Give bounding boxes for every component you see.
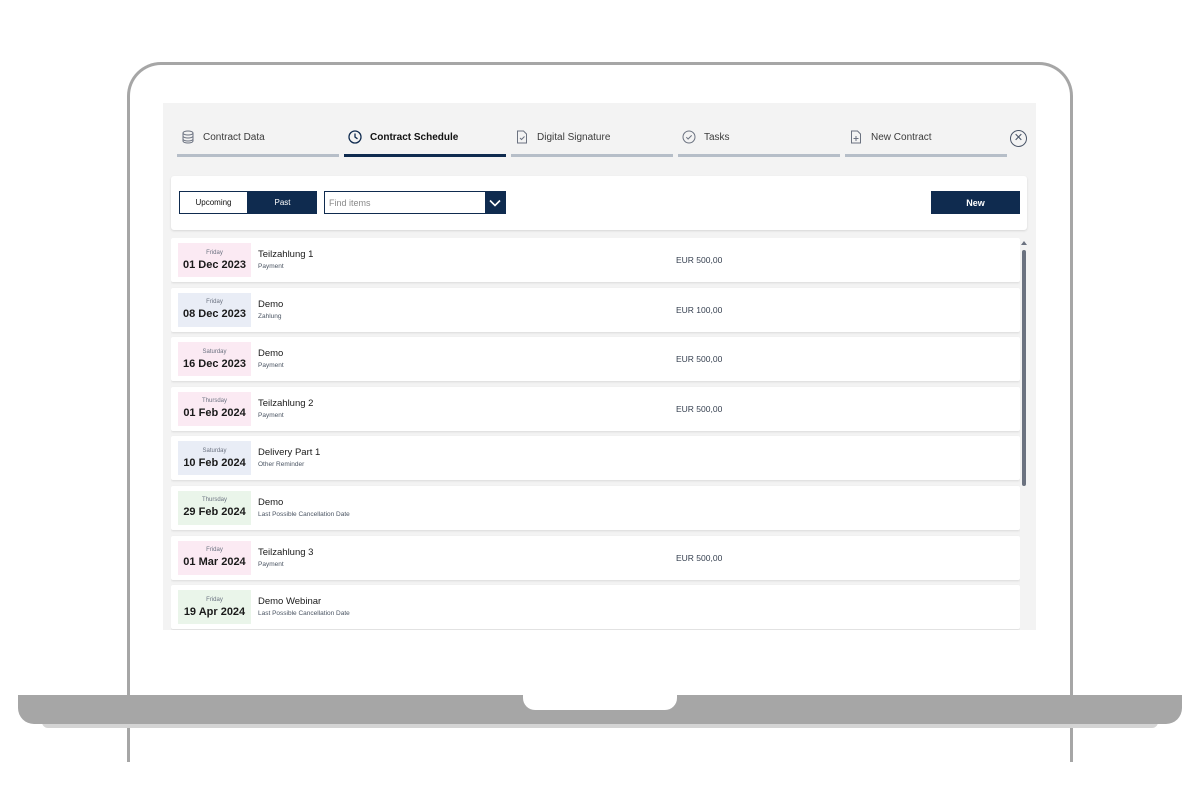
item-title: Teilzahlung 1 [258, 249, 314, 260]
tab-label: Contract Data [203, 132, 265, 143]
laptop-notch [523, 695, 677, 710]
date-badge: Friday 19 Apr 2024 [178, 590, 251, 625]
close-button[interactable]: ✕ [1010, 130, 1027, 147]
list-item[interactable]: Friday 08 Dec 2023 Demo Zahlung EUR 100,… [171, 287, 1020, 332]
item-type: Payment [258, 411, 284, 419]
search-dropdown-button[interactable] [485, 192, 505, 213]
tab-digital-signature[interactable]: Digital Signature [511, 127, 673, 157]
date: 01 Mar 2024 [183, 556, 246, 569]
item-amount: EUR 500,00 [676, 403, 723, 414]
date: 19 Apr 2024 [183, 605, 246, 618]
weekday: Friday [206, 596, 223, 603]
tab-contract-schedule[interactable]: Contract Schedule [344, 127, 506, 157]
date: 01 Feb 2024 [183, 407, 246, 420]
tab-label: Contract Schedule [370, 132, 459, 143]
item-title: Demo [258, 496, 284, 508]
item-amount: EUR 500,00 [676, 552, 723, 563]
date-badge: Friday 08 Dec 2023 [178, 292, 251, 327]
tab-label: Tasks [704, 132, 730, 143]
weekday: Friday [206, 547, 223, 554]
item-type: Last Possible Cancellation Date [258, 610, 350, 618]
date: 08 Dec 2023 [183, 308, 246, 321]
check-circle-icon [682, 130, 696, 144]
list-item[interactable]: Saturday 10 Feb 2024 Delivery Part 1 Oth… [171, 436, 1020, 481]
date-badge: Friday 01 Dec 2023 [178, 243, 251, 277]
item-title: Demo [258, 298, 284, 310]
list-item[interactable]: Thursday 29 Feb 2024 Demo Last Possible … [171, 485, 1020, 530]
weekday: Friday [206, 299, 223, 306]
search-input[interactable] [325, 192, 493, 213]
upcoming-toggle[interactable]: Upcoming [179, 191, 248, 214]
tab-label: Digital Signature [537, 132, 611, 143]
scroll-up-arrow-icon[interactable] [1021, 241, 1027, 245]
date: 01 Dec 2023 [183, 258, 246, 271]
tab-contract-data[interactable]: Contract Data [177, 127, 339, 157]
item-title: Demo [258, 348, 284, 360]
date: 10 Feb 2024 [183, 456, 246, 469]
item-type: Last Possible Cancellation Date [258, 510, 350, 518]
tab-label: New Contract [871, 132, 932, 143]
weekday: Saturday [202, 447, 227, 454]
weekday: Thursday [201, 398, 227, 405]
new-button[interactable]: New [931, 191, 1020, 214]
list-scrollbar[interactable] [1020, 238, 1028, 630]
item-title: Teilzahlung 3 [258, 546, 314, 558]
clock-icon [348, 130, 362, 144]
item-amount: EUR 500,00 [676, 354, 723, 365]
tab-new-contract[interactable]: New Contract [845, 127, 1007, 157]
app-screen: Contract Data Contract Schedule Digital … [163, 103, 1036, 630]
scroll-thumb[interactable] [1022, 250, 1026, 486]
item-title: Demo Webinar [258, 596, 322, 608]
date-badge: Friday 01 Mar 2024 [178, 540, 251, 575]
search-box [324, 191, 506, 214]
list-item[interactable]: Friday 01 Dec 2023 Teilzahlung 1 Payment… [171, 238, 1020, 282]
item-amount: EUR 100,00 [676, 304, 723, 315]
item-type: Other Reminder [258, 461, 305, 469]
item-type: Payment [258, 560, 284, 568]
tab-bar: Contract Data Contract Schedule Digital … [177, 103, 1007, 158]
weekday: Friday [206, 249, 223, 256]
item-type: Payment [258, 263, 284, 270]
item-amount: EUR 500,00 [676, 255, 723, 265]
toolbar: Upcoming Past New [171, 176, 1027, 230]
weekday: Saturday [202, 348, 227, 355]
past-toggle[interactable]: Past [248, 191, 317, 214]
document-plus-icon [849, 130, 863, 144]
schedule-list: Friday 01 Dec 2023 Teilzahlung 1 Payment… [171, 238, 1020, 630]
tab-tasks[interactable]: Tasks [678, 127, 840, 157]
item-title: Teilzahlung 2 [258, 397, 314, 409]
chevron-down-icon [489, 194, 501, 212]
date-badge: Saturday 10 Feb 2024 [178, 441, 251, 476]
date: 29 Feb 2024 [183, 506, 246, 519]
date-badge: Thursday 01 Feb 2024 [178, 391, 251, 426]
date-badge: Thursday 29 Feb 2024 [178, 490, 251, 525]
list-item[interactable]: Saturday 16 Dec 2023 Demo Payment EUR 50… [171, 337, 1020, 382]
item-type: Zahlung [258, 312, 282, 320]
list-item[interactable]: Friday 19 Apr 2024 Demo Webinar Last Pos… [171, 585, 1020, 630]
weekday: Thursday [201, 497, 227, 504]
date: 16 Dec 2023 [183, 357, 246, 370]
list-item[interactable]: Friday 01 Mar 2024 Teilzahlung 3 Payment… [171, 535, 1020, 580]
close-icon: ✕ [1013, 132, 1024, 144]
date-badge: Saturday 16 Dec 2023 [178, 342, 251, 377]
item-type: Payment [258, 362, 284, 370]
list-item[interactable]: Thursday 01 Feb 2024 Teilzahlung 2 Payme… [171, 386, 1020, 431]
item-title: Delivery Part 1 [258, 447, 321, 459]
document-check-icon [515, 130, 529, 144]
database-icon [181, 130, 195, 144]
